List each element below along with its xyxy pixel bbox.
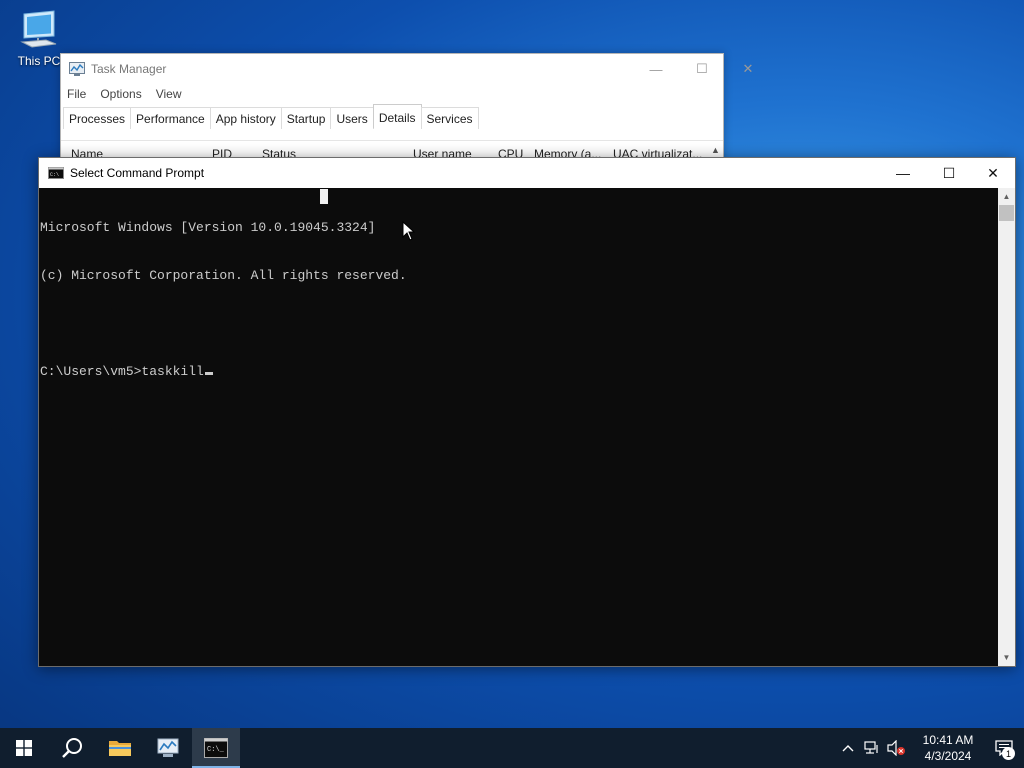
show-hidden-icons-chevron-icon[interactable] — [836, 728, 860, 768]
command-prompt-button[interactable]: C:\_ — [192, 728, 240, 768]
taskbar: C:\_ 10:41 AM 4/3/2024 1 — [0, 728, 1024, 768]
start-button[interactable] — [0, 728, 48, 768]
scroll-up-arrow-icon[interactable]: ▲ — [998, 188, 1015, 205]
command-prompt-icon: C:\_ — [204, 738, 228, 758]
mouse-pointer-icon — [402, 221, 416, 241]
console-input-line[interactable]: C:\Users\vm5>taskkill — [40, 364, 1000, 380]
svg-text:C:\: C:\ — [50, 172, 59, 178]
task-manager-menubar: File Options View — [61, 84, 723, 104]
menu-options[interactable]: Options — [100, 87, 141, 101]
menu-file[interactable]: File — [67, 87, 86, 101]
this-pc-icon — [20, 10, 57, 48]
scroll-thumb[interactable] — [999, 205, 1014, 221]
command-prompt-close-button[interactable]: ✕ — [970, 158, 1016, 188]
file-explorer-button[interactable] — [96, 728, 144, 768]
folder-icon — [109, 741, 131, 756]
svg-text:C:\_: C:\_ — [207, 746, 225, 754]
tab-startup[interactable]: Startup — [280, 107, 332, 129]
console-command: C:\Users\vm5>taskkill — [40, 364, 204, 379]
scroll-down-arrow-icon[interactable]: ▼ — [998, 649, 1015, 666]
command-prompt-titlebar[interactable]: C:\ Select Command Prompt — ☐ ✕ — [39, 158, 1015, 188]
console-line: (c) Microsoft Corporation. All rights re… — [40, 268, 407, 283]
console-scrollbar[interactable]: ▲ ▼ — [998, 188, 1015, 666]
command-prompt-title: Select Command Prompt — [70, 166, 205, 180]
command-prompt-window[interactable]: C:\ Select Command Prompt — ☐ ✕ Microsof… — [38, 157, 1016, 667]
task-manager-titlebar[interactable]: Task Manager — ☐ ✕ — [61, 54, 753, 84]
notification-count-badge: 1 — [1002, 747, 1015, 760]
task-manager-app-icon — [69, 62, 85, 76]
task-manager-maximize-button[interactable]: ☐ — [679, 54, 725, 84]
menu-view[interactable]: View — [156, 87, 182, 101]
task-manager-minimize-button[interactable]: — — [633, 54, 679, 84]
windows-logo-icon — [16, 740, 32, 756]
system-tray: 10:41 AM 4/3/2024 1 — [836, 728, 1024, 768]
clock-date: 4/3/2024 — [924, 749, 972, 763]
action-center-button[interactable]: 1 — [984, 728, 1024, 768]
task-manager-title: Task Manager — [91, 62, 167, 76]
clock[interactable]: 10:41 AM 4/3/2024 — [912, 732, 984, 764]
text-cursor — [204, 372, 213, 375]
clock-time: 10:41 AM — [922, 733, 974, 747]
command-prompt-app-icon: C:\ — [48, 167, 64, 179]
tab-services[interactable]: Services — [420, 107, 479, 129]
task-manager-button[interactable] — [144, 728, 192, 768]
task-manager-tabs: Processes Performance App history Startu… — [63, 104, 479, 129]
task-manager-close-button[interactable]: ✕ — [725, 54, 771, 84]
selection-block — [320, 189, 328, 204]
search-icon — [62, 738, 82, 758]
command-prompt-minimize-button[interactable]: — — [880, 158, 926, 188]
scroll-up-icon[interactable]: ▲ — [711, 145, 720, 155]
tab-app-history[interactable]: App history — [209, 107, 282, 129]
task-manager-icon — [157, 738, 179, 757]
console-line: Microsoft Windows [Version 10.0.19045.33… — [40, 220, 376, 235]
tab-details[interactable]: Details — [372, 104, 422, 128]
console-output[interactable]: Microsoft Windows [Version 10.0.19045.33… — [39, 188, 1000, 666]
command-prompt-maximize-button[interactable]: ☐ — [926, 158, 972, 188]
network-icon[interactable] — [860, 728, 884, 768]
tab-users[interactable]: Users — [330, 107, 374, 129]
volume-muted-icon[interactable] — [884, 728, 908, 768]
task-manager-window[interactable]: Task Manager — ☐ ✕ File Options View Pro… — [60, 53, 753, 163]
tab-processes[interactable]: Processes — [63, 107, 132, 129]
tab-performance[interactable]: Performance — [130, 107, 211, 129]
search-button[interactable] — [48, 728, 96, 768]
desktop-icon-label: This PC — [17, 54, 61, 68]
